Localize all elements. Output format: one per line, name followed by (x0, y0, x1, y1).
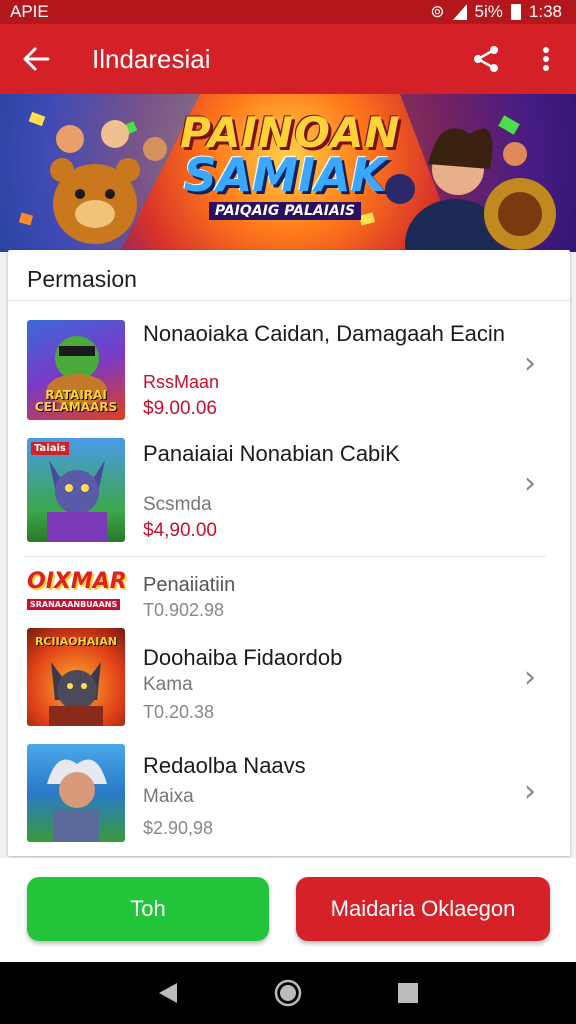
logo-subtext: SRANAAANBUAANS (27, 599, 121, 610)
list-item[interactable]: OIXMAR SRANAAANBUAANS Penaiiatiin T0.902… (8, 566, 570, 620)
item-title: Panaiaiai Nonabian CabiK (143, 441, 400, 466)
game-logo: OIXMAR SRANAAANBUAANS (27, 570, 127, 610)
nav-home-icon[interactable] (274, 979, 302, 1007)
nav-back-icon[interactable] (157, 981, 179, 1005)
signal-icon (452, 4, 467, 20)
system-nav-bar (0, 962, 576, 1024)
item-price: $2.90,98 (143, 818, 214, 838)
thumbnail-art (47, 759, 107, 842)
item-subtitle: Scsmda (143, 494, 212, 515)
item-subtitle: RssMaan (143, 372, 220, 392)
banner-title: PAINOAN SAMIAK PAIQAIG PALAIAIS (180, 112, 400, 220)
item-title: Penaiiatiin (143, 574, 236, 596)
thumbnail-caption: RCIIAOHAIAN (34, 635, 118, 648)
chevron-right-icon: › (524, 774, 536, 809)
section-title: Permasion (27, 266, 137, 292)
list-item[interactable]: Taiais Panaiaiai Nonabian CabiK Scsmda $… (8, 438, 570, 544)
carrier-label: APIE (10, 2, 49, 21)
secondary-button[interactable]: Maidaria Oklaegon (296, 877, 550, 941)
game-thumbnail (27, 744, 125, 842)
bottom-action-bar: Toh Maidaria Oklaegon (0, 858, 576, 962)
time-label: 1:38 (528, 2, 562, 21)
arrow-left-icon[interactable] (0, 24, 72, 94)
item-price: $4,90.00 (143, 520, 217, 541)
promo-banner[interactable]: PAINOAN SAMIAK PAIQAIG PALAIAIS (0, 94, 576, 252)
item-price: T0.20.38 (143, 702, 215, 722)
battery-icon (510, 4, 521, 20)
item-title: Redaolba Naavs (143, 753, 306, 778)
permission-card: Permasion RATAIRAI CELAMAARS Nonaoiaka C… (8, 250, 570, 856)
game-thumbnail: Taiais (27, 438, 125, 542)
chevron-right-icon: › (524, 346, 536, 381)
status-icons: ⊚ 5i% 1:38 (430, 2, 562, 22)
primary-button[interactable]: Toh (27, 877, 269, 941)
item-price: $9.00.06 (143, 398, 217, 419)
page-title: Ilndaresiai (92, 43, 211, 74)
logo-text: OIXMAR (27, 569, 127, 594)
share-icon[interactable] (456, 24, 516, 94)
item-title: Nonaoiaka Caidan, Damagaah Eacin (143, 321, 506, 346)
nav-recents-icon[interactable] (397, 982, 419, 1004)
divider (24, 556, 546, 557)
chevron-right-icon: › (524, 660, 536, 695)
item-subtitle: Kama (143, 674, 193, 695)
chevron-right-icon: › (524, 466, 536, 501)
item-title: Doohaiba Fidaordob (143, 645, 343, 670)
more-vert-icon[interactable] (516, 24, 576, 94)
list-item[interactable]: RATAIRAI CELAMAARS Nonaoiaka Caidan, Dam… (8, 318, 570, 422)
banner-line-2: SAMIAK (183, 148, 387, 202)
divider (8, 300, 570, 301)
item-price: T0.902.98 (143, 600, 225, 620)
alarm-icon: ⊚ (430, 2, 445, 21)
app-bar: Ilndaresiai (0, 24, 576, 94)
list-item[interactable]: RCIIAOHAIAN Doohaiba Fidaordob Kama T0.2… (8, 628, 570, 728)
item-subtitle: Maixa (143, 786, 194, 807)
banner-line-3: PAIQAIG PALAIAIS (208, 202, 362, 220)
thumbnail-tag: Taiais (31, 442, 69, 455)
thumbnail-caption: RATAIRAI CELAMAARS (34, 387, 118, 415)
game-thumbnail: RATAIRAI CELAMAARS (27, 320, 125, 420)
status-bar: APIE ⊚ 5i% 1:38 (0, 0, 576, 24)
list-item[interactable]: Redaolba Naavs Maixa $2.90,98 › (8, 744, 570, 844)
game-thumbnail: RCIIAOHAIAN (27, 628, 125, 726)
signal-label: 5i% (474, 2, 503, 21)
